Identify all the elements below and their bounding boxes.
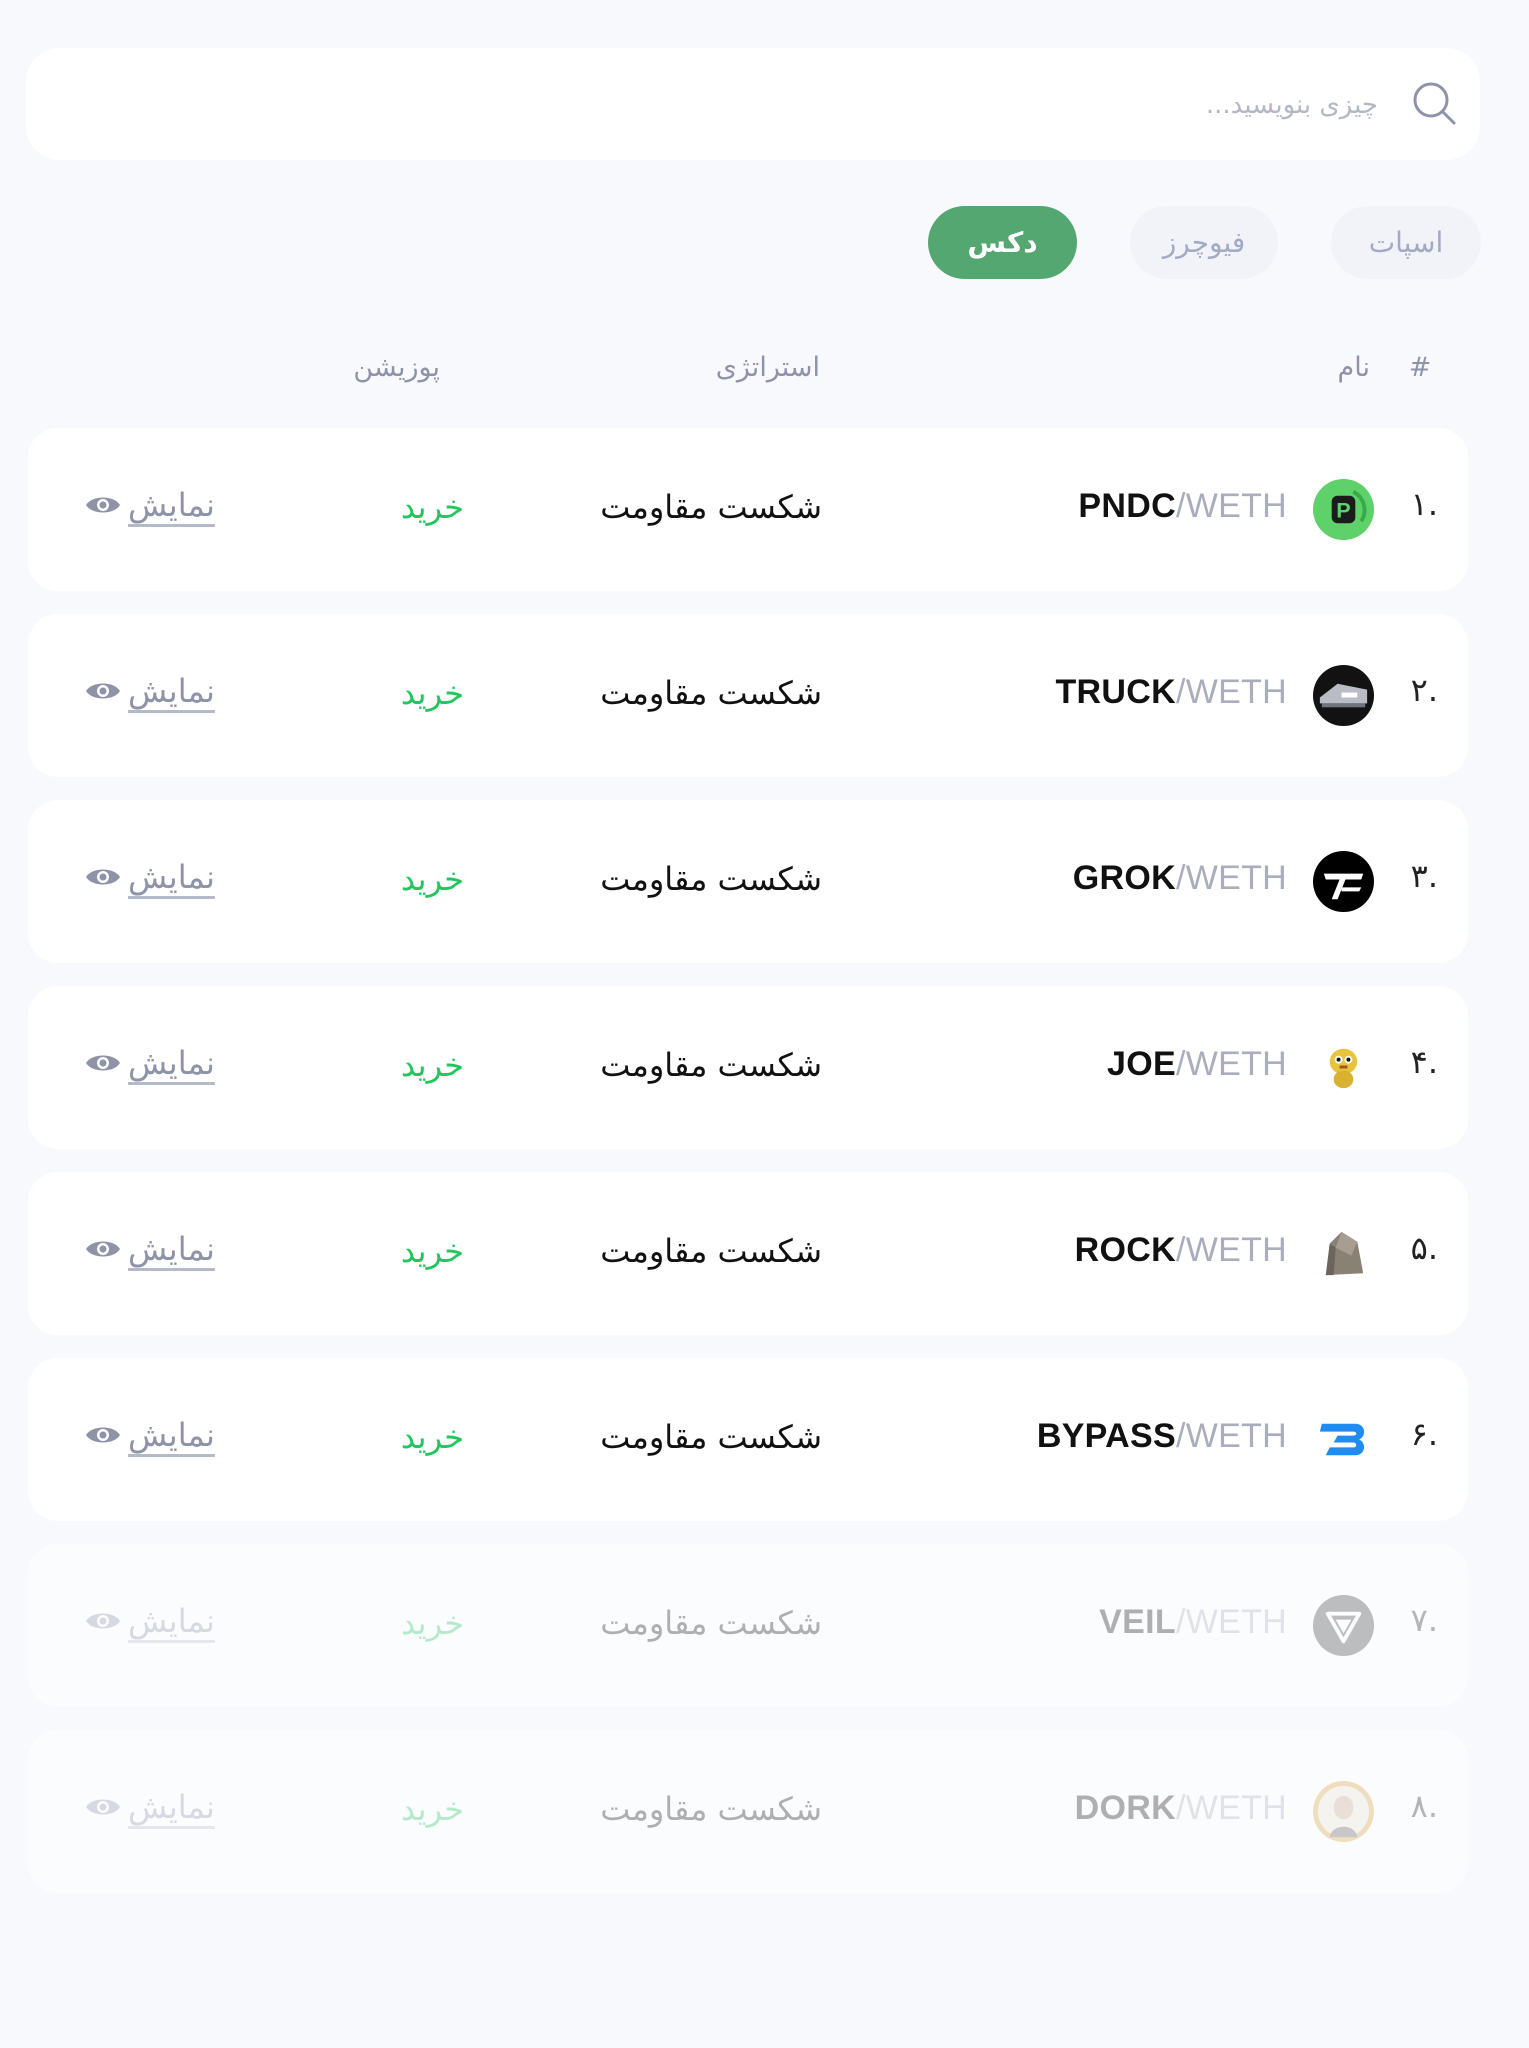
- truck-logo-icon: [1312, 664, 1375, 727]
- trading-pair[interactable]: PNDC/WETH: [1078, 487, 1287, 526]
- grok-logo-icon: [1312, 850, 1375, 913]
- trading-pair[interactable]: ROCK/WETH: [1075, 1231, 1287, 1270]
- joe-logo-icon: [1329, 1048, 1358, 1089]
- dork-logo-icon: [1312, 1780, 1375, 1843]
- row-strategy: شکست مقاومت: [600, 674, 822, 712]
- row-position: خرید: [400, 1232, 464, 1270]
- rock-logo-icon: [1325, 1231, 1364, 1276]
- row-rank: .۲: [1410, 671, 1438, 709]
- tab-dex[interactable]: دکس: [928, 206, 1077, 279]
- tab-futures[interactable]: فیوچرز: [1130, 206, 1278, 279]
- row-position: خرید: [400, 1046, 464, 1084]
- trading-pair[interactable]: VEIL/WETH: [1099, 1603, 1287, 1642]
- tab-spot[interactable]: اسپات: [1331, 206, 1481, 279]
- eye-icon: [86, 1241, 120, 1257]
- row-strategy: شکست مقاومت: [600, 1790, 822, 1828]
- row-position: خرید: [400, 488, 464, 526]
- table-row[interactable]: .۷ VEIL/WETH شکست مقاومت خرید نمایش: [28, 1544, 1468, 1707]
- trading-pair[interactable]: TRUCK/WETH: [1055, 673, 1287, 712]
- view-button[interactable]: نمایش: [84, 486, 215, 524]
- signals-table: .۱ P PNDC/WETH شکست مقاومت خرید نمایش .۲: [28, 428, 1468, 1916]
- eye-icon: [86, 1613, 120, 1629]
- header-rank: #: [1408, 352, 1432, 383]
- bypass-logo-icon: [1319, 1423, 1365, 1456]
- row-position: خرید: [400, 1604, 464, 1642]
- search-box[interactable]: [26, 48, 1480, 160]
- header-position: پوزیشن: [353, 352, 440, 383]
- row-position: خرید: [400, 860, 464, 898]
- trading-pair[interactable]: DORK/WETH: [1075, 1789, 1287, 1828]
- table-row[interactable]: .۸ DORK/WETH شکست مقاومت خرید نمایش: [28, 1730, 1468, 1893]
- row-rank: .۸: [1410, 1787, 1438, 1825]
- eye-icon: [86, 683, 120, 699]
- table-row[interactable]: .۳ GROK/WETH شکست مقاومت خرید نمایش: [28, 800, 1468, 963]
- trading-pair[interactable]: BYPASS/WETH: [1037, 1417, 1287, 1456]
- view-button[interactable]: نمایش: [84, 1788, 215, 1826]
- eye-icon: [86, 1427, 120, 1443]
- row-rank: .۵: [1410, 1229, 1438, 1267]
- view-button[interactable]: نمایش: [84, 1044, 215, 1082]
- veil-logo-icon: [1312, 1594, 1375, 1657]
- view-button[interactable]: نمایش: [84, 672, 215, 710]
- row-strategy: شکست مقاومت: [600, 860, 822, 898]
- row-strategy: شکست مقاومت: [600, 1046, 822, 1084]
- view-button[interactable]: نمایش: [84, 1416, 215, 1454]
- table-row[interactable]: .۶ BYPASS/WETH شکست مقاومت خرید نمایش: [28, 1358, 1468, 1521]
- trading-pair[interactable]: JOE/WETH: [1107, 1045, 1287, 1084]
- table-row[interactable]: .۱ P PNDC/WETH شکست مقاومت خرید نمایش: [28, 428, 1468, 591]
- pndc-logo-icon: P: [1312, 478, 1375, 541]
- row-strategy: شکست مقاومت: [600, 1418, 822, 1456]
- header-name: نام: [1337, 352, 1370, 383]
- row-strategy: شکست مقاومت: [600, 488, 822, 526]
- search-icon[interactable]: [1410, 79, 1460, 129]
- row-rank: .۳: [1410, 857, 1438, 895]
- header-strategy: استراتژی: [715, 352, 820, 383]
- svg-text:P: P: [1336, 497, 1350, 522]
- row-position: خرید: [400, 674, 464, 712]
- row-position: خرید: [400, 1418, 464, 1456]
- row-rank: .۷: [1410, 1601, 1438, 1639]
- eye-icon: [86, 497, 120, 513]
- row-strategy: شکست مقاومت: [600, 1232, 822, 1270]
- table-row[interactable]: .۵ ROCK/WETH شکست مقاومت خرید نمایش: [28, 1172, 1468, 1335]
- view-button[interactable]: نمایش: [84, 1602, 215, 1640]
- trading-pair[interactable]: GROK/WETH: [1073, 859, 1287, 898]
- eye-icon: [86, 869, 120, 885]
- eye-icon: [86, 1055, 120, 1071]
- eye-icon: [86, 1799, 120, 1815]
- table-row[interactable]: .۲ TRUCK/WETH شکست مقاومت خرید نمایش: [28, 614, 1468, 777]
- view-button[interactable]: نمایش: [84, 1230, 215, 1268]
- row-rank: .۱: [1410, 485, 1438, 523]
- row-rank: .۶: [1410, 1415, 1438, 1453]
- row-strategy: شکست مقاومت: [600, 1604, 822, 1642]
- view-button[interactable]: نمایش: [84, 858, 215, 896]
- row-rank: .۴: [1410, 1043, 1438, 1081]
- row-position: خرید: [400, 1790, 464, 1828]
- search-input[interactable]: [86, 74, 1380, 136]
- table-row[interactable]: .۴ JOE/WETH شکست مقاومت خرید نمایش: [28, 986, 1468, 1149]
